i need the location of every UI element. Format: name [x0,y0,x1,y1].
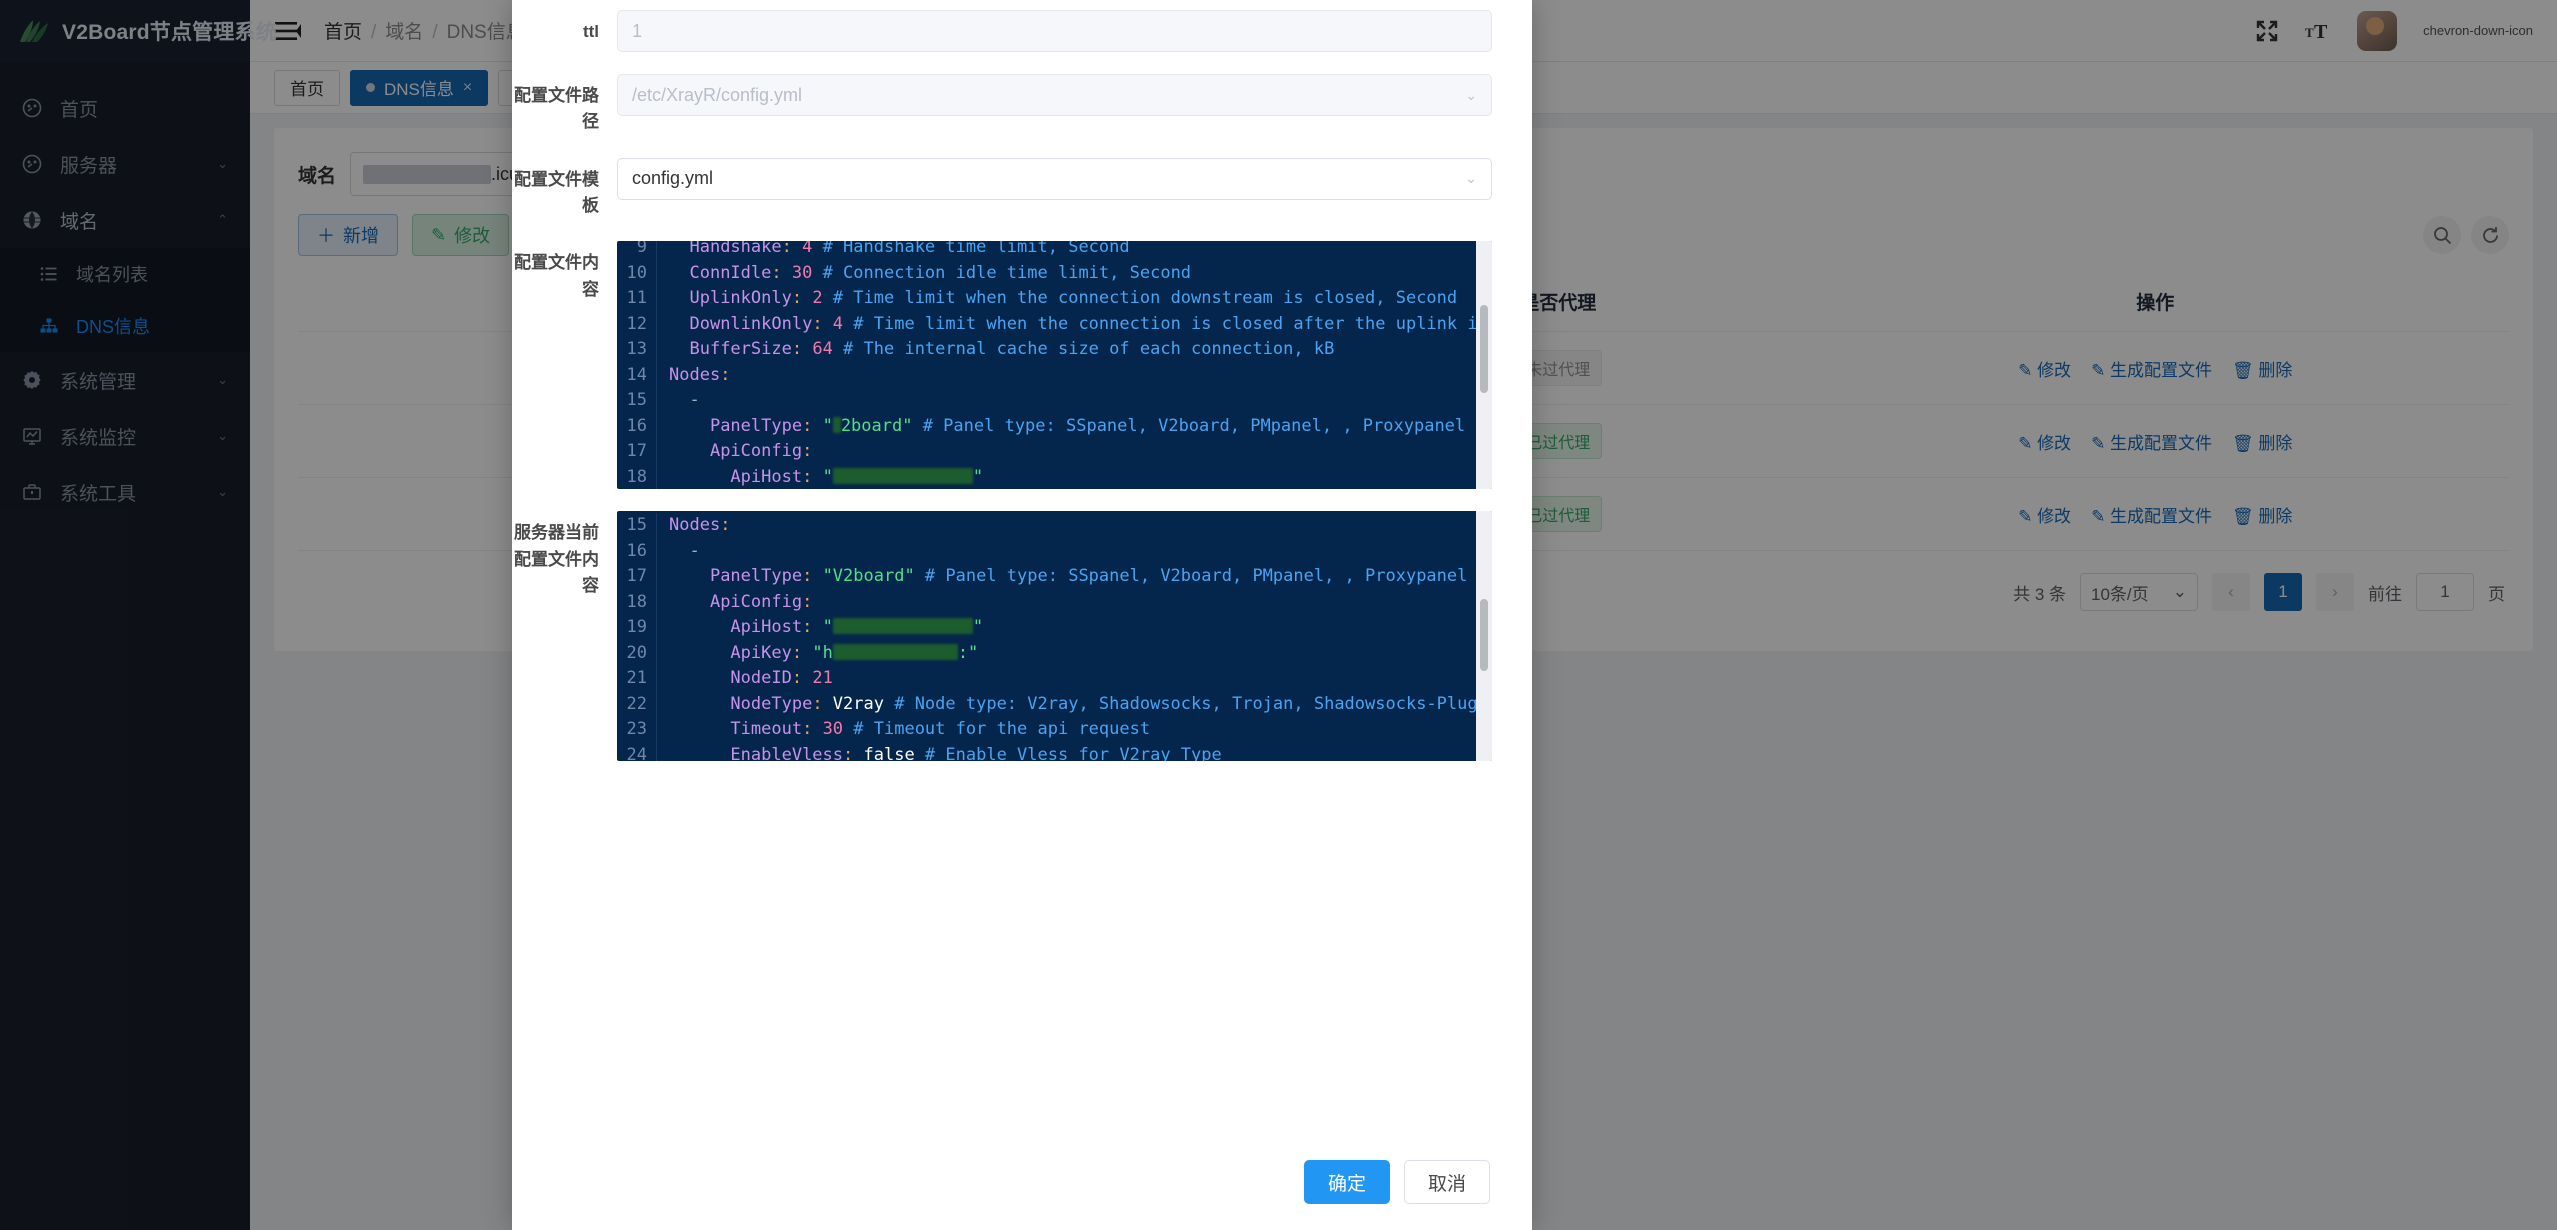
confirm-button[interactable]: 确定 [1304,1160,1390,1204]
editor-scrollbar-thumb[interactable] [1480,305,1488,393]
ttl-input[interactable]: 1 [617,10,1492,52]
line-number: 13 [617,337,657,363]
code-line: 22 NodeType: V2ray # Node type: V2ray, S… [617,692,1492,718]
form-row-config-content: 配置文件内容 9 Handshake: 4 # Handshake time l… [512,241,1492,511]
line-number: 23 [617,717,657,743]
editor-lines: 9 Handshake: 4 # Handshake time limit, S… [617,241,1492,489]
config-path-label: 配置文件路径 [512,74,617,136]
code-line: 18 ApiConfig: [617,590,1492,616]
line-number: 17 [617,564,657,590]
code-text: PanelType: "V2board" # Panel type: SSpan… [669,564,1467,590]
line-number: 18 [617,590,657,616]
config-content-label: 配置文件内容 [512,241,617,303]
code-line: 17 ApiConfig: [617,439,1492,465]
config-path-value: /etc/XrayR/config.yml [632,85,802,106]
line-number: 15 [617,388,657,414]
line-number: 20 [617,641,657,667]
line-number: 22 [617,692,657,718]
code-text: ApiHost: "" [669,465,983,490]
ttl-label: ttl [512,10,617,45]
code-text: ApiKey: "h:" [669,641,978,667]
code-text: - [669,539,700,565]
cancel-button[interactable]: 取消 [1404,1160,1490,1204]
config-path-select[interactable]: /etc/XrayR/config.yml ⌄ [617,74,1492,116]
line-number: 19 [617,615,657,641]
code-line: 13 BufferSize: 64 # The internal cache s… [617,337,1492,363]
code-line: 19 ApiHost: "" [617,615,1492,641]
code-text: - [669,388,700,414]
form-row-config-path: 配置文件路径 /etc/XrayR/config.yml ⌄ [512,74,1492,158]
chevron-down-icon: ⌄ [1465,87,1477,104]
modal-body: ttl 1 配置文件路径 /etc/XrayR/config.yml ⌄ 配置文… [512,0,1532,1134]
config-path-control: /etc/XrayR/config.yml ⌄ [617,74,1492,116]
code-line: 17 PanelType: "V2board" # Panel type: SS… [617,564,1492,590]
code-line: 9 Handshake: 4 # Handshake time limit, S… [617,241,1492,261]
form-row-config-template: 配置文件模板 config.yml ⌄ [512,158,1492,242]
code-line: 12 DownlinkOnly: 4 # Time limit when the… [617,312,1492,338]
code-line: 10 ConnIdle: 30 # Connection idle time l… [617,261,1492,287]
form-row-server-content: 服务器当前配置文件内容 15Nodes:16 -17 PanelType: "V… [512,511,1492,783]
line-number: 18 [617,465,657,490]
editor-scrollbar-thumb[interactable] [1480,599,1488,671]
generate-config-modal: ttl 1 配置文件路径 /etc/XrayR/config.yml ⌄ 配置文… [512,0,1532,1230]
line-number: 21 [617,666,657,692]
line-number: 9 [617,241,657,261]
code-text: UplinkOnly: 2 # Time limit when the conn… [669,286,1457,312]
code-line: 16 - [617,539,1492,565]
code-text: Timeout: 30 # Timeout for the api reques… [669,717,1150,743]
server-content-label: 服务器当前配置文件内容 [512,511,617,599]
code-line: 24 EnableVless: false # Enable Vless for… [617,743,1492,762]
code-line: 23 Timeout: 30 # Timeout for the api req… [617,717,1492,743]
redacted-text [833,618,973,634]
ttl-control: 1 [617,10,1492,52]
line-number: 12 [617,312,657,338]
code-line: 14 Nodes: [617,363,1492,389]
editor-lines: 15Nodes:16 -17 PanelType: "V2board" # Pa… [617,511,1492,761]
config-template-value: config.yml [632,168,713,189]
chevron-down-icon: ⌄ [1465,170,1477,187]
config-template-select[interactable]: config.yml ⌄ [617,158,1492,200]
code-text: ConnIdle: 30 # Connection idle time limi… [669,261,1191,287]
line-number: 15 [617,513,657,539]
code-text: DownlinkOnly: 4 # Time limit when the co… [669,312,1492,338]
code-line: 16 PanelType: "2board" # Panel type: SSp… [617,414,1492,440]
code-text: BufferSize: 64 # The internal cache size… [669,337,1334,363]
redacted-text [833,468,973,484]
code-text: NodeType: V2ray # Node type: V2ray, Shad… [669,692,1492,718]
modal-footer: 确定 取消 [512,1134,1532,1230]
code-text: PanelType: "2board" # Panel type: SSpane… [669,414,1465,440]
code-line: 15 - [617,388,1492,414]
config-template-label: 配置文件模板 [512,158,617,220]
config-template-control: config.yml ⌄ [617,158,1492,200]
code-line: 15 Nodes: [617,513,1492,539]
code-text: NodeID: 21 [669,666,833,692]
code-text: Nodes: [669,363,730,389]
code-text: ApiConfig: [669,439,812,465]
code-text: ApiConfig: [669,590,812,616]
line-number: 17 [617,439,657,465]
config-content-control: 9 Handshake: 4 # Handshake time limit, S… [617,241,1492,489]
code-text: EnableVless: false # Enable Vless for V2… [669,743,1222,762]
server-content-control: 15Nodes:16 -17 PanelType: "V2board" # Pa… [617,511,1492,761]
code-text: ApiHost: "" [669,615,983,641]
server-content-editor[interactable]: 15Nodes:16 -17 PanelType: "V2board" # Pa… [617,511,1492,761]
code-line: 21 NodeID: 21 [617,666,1492,692]
redacted-text [833,644,958,660]
line-number: 24 [617,743,657,762]
form-row-ttl: ttl 1 [512,0,1492,74]
line-number: 10 [617,261,657,287]
code-text: Nodes: [669,513,730,539]
code-line: 20 ApiKey: "h:" [617,641,1492,667]
code-line: 11 UplinkOnly: 2 # Time limit when the c… [617,286,1492,312]
line-number: 16 [617,414,657,440]
code-line: 18 ApiHost: "" [617,465,1492,490]
line-number: 16 [617,539,657,565]
line-number: 11 [617,286,657,312]
redacted-text [833,417,841,433]
config-content-editor[interactable]: 9 Handshake: 4 # Handshake time limit, S… [617,241,1492,489]
code-text: Handshake: 4 # Handshake time limit, Sec… [669,241,1130,261]
line-number: 14 [617,363,657,389]
